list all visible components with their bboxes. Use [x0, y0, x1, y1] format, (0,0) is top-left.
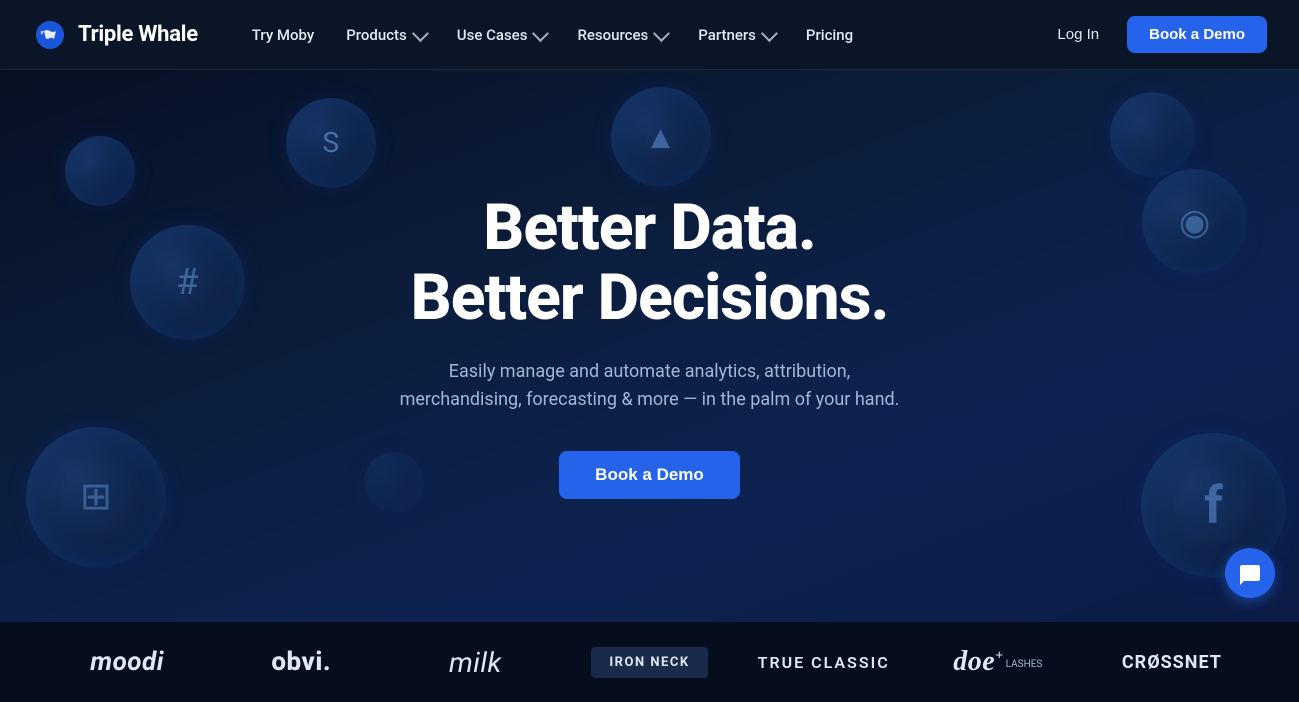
orb-4: # — [130, 225, 245, 340]
login-button[interactable]: Log In — [1041, 18, 1115, 51]
nav-try-moby[interactable]: Try Moby — [238, 18, 328, 52]
nav-use-cases[interactable]: Use Cases — [443, 18, 560, 52]
chevron-down-icon — [412, 25, 429, 42]
hero-content: Better Data. Better Decisions. Easily ma… — [370, 193, 930, 499]
orb-1: S — [286, 98, 376, 188]
orb-2: ▲ — [611, 87, 711, 187]
brand-name: Triple Whale — [78, 22, 198, 47]
main-nav: Triple Whale Try Moby Products Use Cases… — [0, 0, 1299, 70]
logo-moodi: moodi — [40, 647, 214, 677]
logo-milk: milk — [388, 646, 562, 679]
book-demo-hero-button[interactable]: Book a Demo — [559, 451, 740, 499]
orb-7: ◉ — [1142, 169, 1247, 274]
logo-iron-neck: IRON NECK — [562, 647, 736, 678]
chat-icon — [1238, 561, 1262, 585]
nav-pricing[interactable]: Pricing — [792, 18, 867, 52]
orb-3 — [1110, 92, 1195, 177]
nav-right: Log In Book a Demo — [1041, 16, 1267, 53]
logo-crossnet: CRØSSNET — [1085, 652, 1259, 673]
orb-8 — [65, 136, 135, 206]
logo-doe: doe+ LASHES — [911, 646, 1085, 678]
nav-resources[interactable]: Resources — [563, 18, 680, 52]
hero-subtitle: Easily manage and automate analytics, at… — [390, 358, 910, 416]
nav-links: Try Moby Products Use Cases Resources Pa… — [238, 18, 1042, 52]
chevron-down-icon — [653, 25, 670, 42]
chat-bubble-button[interactable] — [1225, 548, 1275, 598]
logos-bar: moodi obvi. milk IRON NECK TRUE CLASSIC … — [0, 622, 1299, 702]
orb-5: ⊞ — [26, 427, 166, 567]
logo-link[interactable]: Triple Whale — [32, 17, 198, 53]
chevron-down-icon — [761, 25, 778, 42]
iron-neck-box: IRON NECK — [591, 647, 707, 678]
hero-title: Better Data. Better Decisions. — [390, 193, 910, 334]
hero-section: S ▲ # ⊞ f ◉ Better Data. Better Decision… — [0, 70, 1299, 622]
chevron-down-icon — [532, 25, 549, 42]
nav-products[interactable]: Products — [332, 18, 439, 52]
logo-obvi: obvi. — [214, 647, 388, 677]
nav-partners[interactable]: Partners — [684, 18, 788, 52]
logo-true-classic: TRUE CLASSIC — [737, 653, 911, 672]
whale-icon — [32, 17, 68, 53]
book-demo-nav-button[interactable]: Book a Demo — [1127, 16, 1267, 53]
